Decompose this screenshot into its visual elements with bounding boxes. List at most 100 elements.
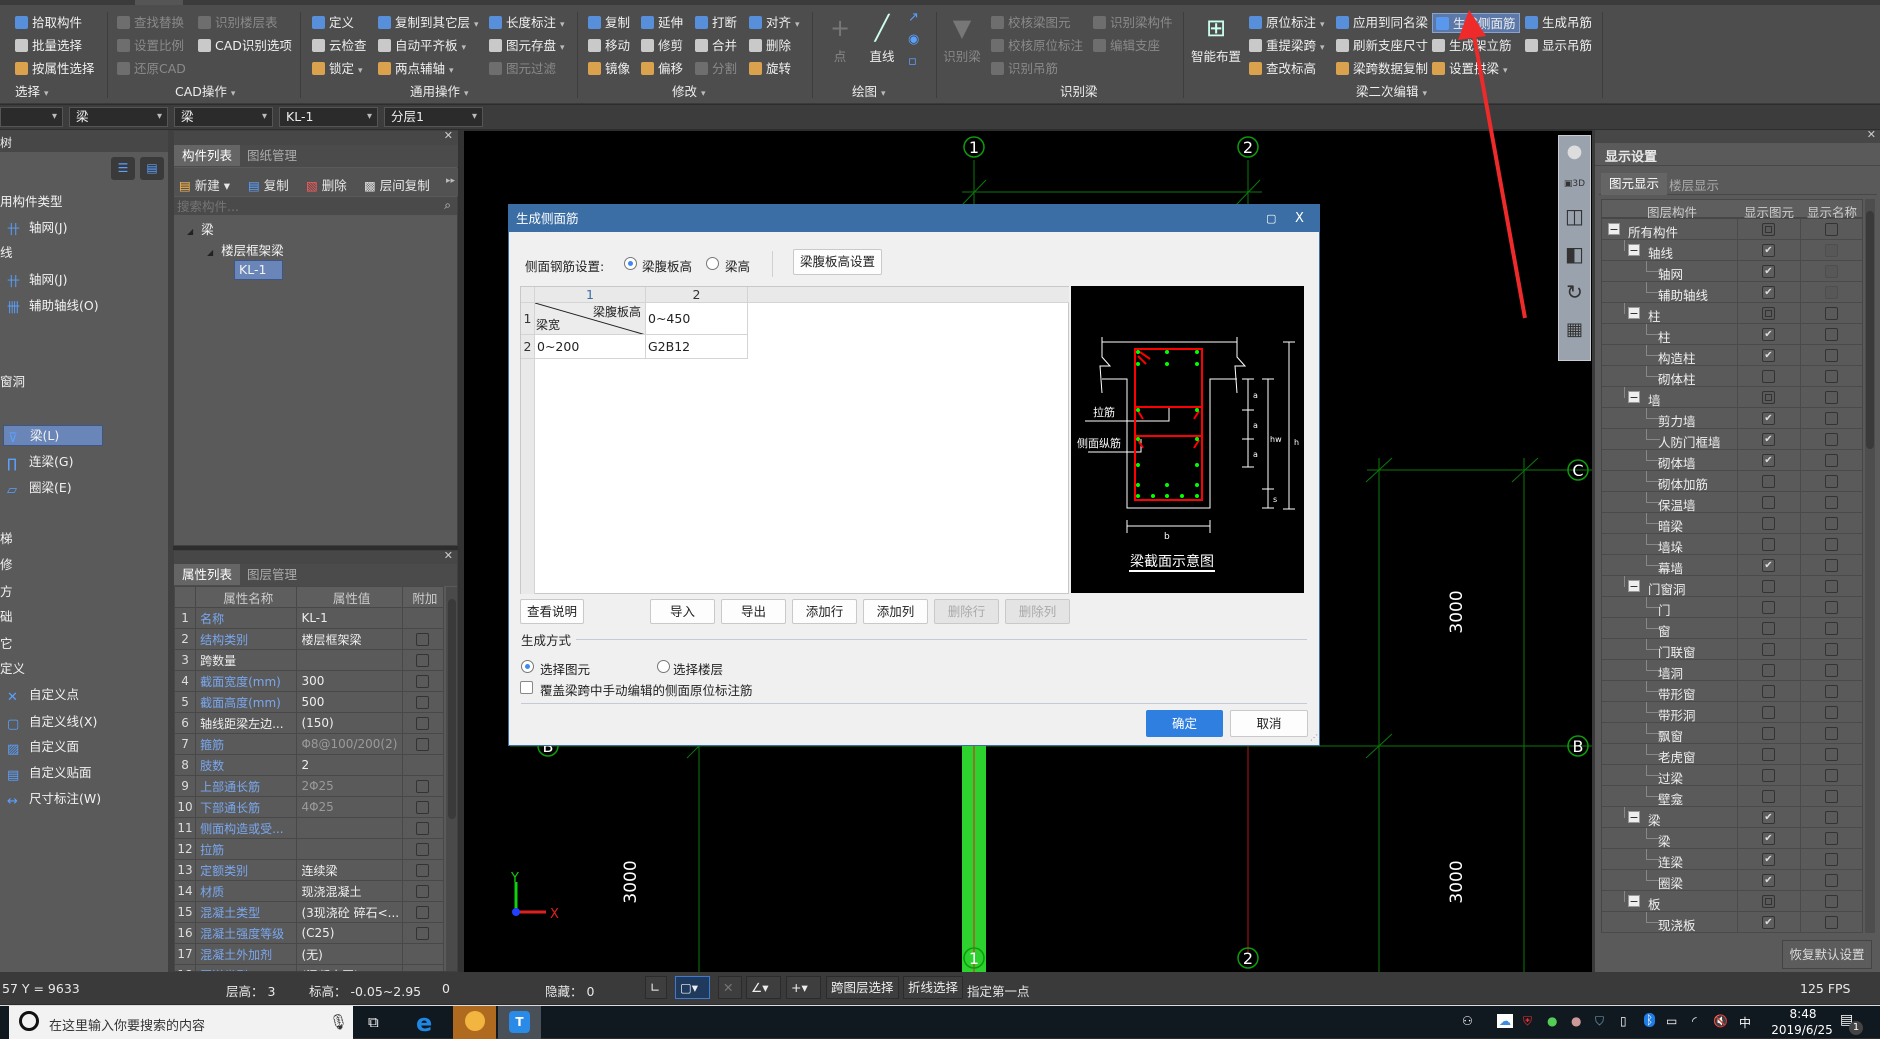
export-button[interactable]: 导出	[721, 599, 786, 624]
layer-row[interactable]: 带形窗	[1602, 681, 1862, 702]
ribbon-button-be3-2[interactable]: 设置拱梁 ▾	[1432, 59, 1508, 79]
ribbon-button-be3-1[interactable]: 生成架立筋	[1432, 36, 1512, 56]
properties-scrollbar[interactable]	[446, 587, 457, 971]
nav-item[interactable]: ↔ 尺寸标注(W)	[7, 788, 101, 809]
property-value[interactable]: 2Φ25	[296, 775, 403, 797]
show-name-checkbox[interactable]	[1825, 223, 1838, 236]
show-element-checkbox[interactable]	[1762, 580, 1775, 593]
show-name-checkbox[interactable]	[1825, 580, 1838, 593]
property-value[interactable]: (150)	[296, 712, 403, 734]
nav-item[interactable]: ▱ 圈梁(E)	[7, 477, 72, 498]
nav-item[interactable]: 卄轴网(J)	[7, 269, 67, 290]
nav-group-header[interactable]: 用构件类型	[0, 191, 63, 210]
attach-checkbox[interactable]	[416, 906, 430, 919]
tree-node-floor-frame-beam[interactable]: ◢ 楼层框架梁	[207, 240, 284, 259]
more-icon[interactable]: ▸▸	[446, 176, 455, 186]
show-name-checkbox[interactable]	[1825, 916, 1838, 929]
cube-view-icon[interactable]: ◧	[1559, 238, 1590, 276]
property-value[interactable]: 4Φ25	[296, 796, 403, 818]
close-icon[interactable]: ✕	[444, 551, 453, 562]
ribbon-group-label[interactable]: 修改 ▾	[672, 81, 706, 100]
bluetooth-icon[interactable]: ᛒ	[1644, 1013, 1656, 1027]
show-name-checkbox[interactable]	[1825, 286, 1838, 299]
collapse-icon[interactable]: −	[1628, 895, 1640, 907]
property-row[interactable]: 12 拉筋	[174, 838, 445, 860]
property-value[interactable]: (C25)	[296, 922, 403, 944]
ribbon-group-label[interactable]: 通用操作 ▾	[410, 81, 469, 100]
ribbon-button-be1-0[interactable]: 原位标注 ▾	[1249, 13, 1325, 33]
property-value[interactable]: (3现浇砼 碎石<...	[296, 901, 403, 923]
show-name-checkbox[interactable]	[1825, 685, 1838, 698]
tab-property-list[interactable]: 属性列表	[174, 564, 241, 585]
show-element-checkbox[interactable]	[1762, 454, 1775, 467]
show-element-checkbox[interactable]	[1762, 727, 1775, 740]
ribbon-button-cad2-1[interactable]: CAD识别选项	[198, 36, 292, 56]
show-name-checkbox[interactable]	[1825, 496, 1838, 509]
delete-column-button[interactable]: 删除列	[1005, 599, 1070, 624]
row-header[interactable]: 2	[521, 335, 535, 359]
layer-row[interactable]: 老虎窗	[1602, 744, 1862, 765]
volume-muted-icon[interactable]: 🔇	[1713, 1014, 1728, 1028]
grid-cell[interactable]: 0~200	[535, 335, 646, 359]
property-value[interactable]	[296, 838, 403, 860]
ribbon-button-be3-0[interactable]: 生成侧面筋	[1432, 13, 1520, 33]
ribbon-button-select-1[interactable]: 批量选择	[15, 36, 82, 56]
ribbon-button-be2-0[interactable]: 应用到同名梁	[1336, 13, 1428, 33]
ribbon-button-mod3-0[interactable]: 打断	[695, 13, 737, 33]
show-name-checkbox[interactable]	[1825, 433, 1838, 446]
property-value[interactable]: 现浇混凝土	[296, 880, 403, 902]
layer-row[interactable]: 人防门框墙	[1602, 429, 1862, 450]
attach-checkbox[interactable]	[416, 885, 430, 898]
property-row[interactable]: 6 轴线距梁左边... (150)	[174, 712, 445, 734]
show-name-checkbox[interactable]	[1825, 748, 1838, 761]
list-view-icon[interactable]: ☰	[111, 157, 135, 180]
row-header[interactable]: 1	[521, 303, 535, 335]
ribbon-group-label[interactable]: 选择 ▾	[15, 81, 49, 100]
property-row[interactable]: 5 截面高度(mm) 500	[174, 691, 445, 713]
ribbon-button-gen2-0[interactable]: 复制到其它层 ▾	[378, 13, 479, 33]
collapse-icon[interactable]: −	[1628, 811, 1640, 823]
import-button[interactable]: 导入	[650, 599, 715, 624]
nav-item[interactable]: 卌辅助轴线(O)	[7, 295, 99, 316]
show-name-checkbox[interactable]	[1825, 895, 1838, 908]
ribbon-button-cad1-1[interactable]: 设置比例	[117, 36, 184, 56]
ribbon-button-mod4-2[interactable]: 旋转	[749, 59, 791, 79]
collapse-icon[interactable]: −	[1628, 244, 1640, 256]
layer-row[interactable]: 圈梁	[1602, 870, 1862, 891]
show-name-checkbox[interactable]	[1825, 853, 1838, 866]
ribbon-button-cad2-0[interactable]: 识别楼层表	[198, 13, 278, 33]
show-name-checkbox[interactable]	[1825, 412, 1838, 425]
show-element-checkbox[interactable]	[1762, 433, 1775, 446]
property-value[interactable]: Φ8@100/200(2)	[296, 733, 403, 755]
ribbon-button-mod4-1[interactable]: 删除	[749, 36, 791, 56]
layer-row[interactable]: 过梁	[1602, 765, 1862, 786]
property-row[interactable]: 4 截面宽度(mm) 300	[174, 670, 445, 692]
attach-checkbox[interactable]	[416, 927, 430, 940]
layer-row[interactable]: 门	[1602, 597, 1862, 618]
view-help-button[interactable]: 查看说明	[520, 599, 584, 624]
ribbon-group-label[interactable]: 识别梁	[1060, 81, 1098, 100]
ribbon-button-rec2-0[interactable]: 识别梁构件	[1093, 13, 1173, 33]
show-element-checkbox[interactable]	[1762, 265, 1775, 278]
show-name-checkbox[interactable]	[1825, 454, 1838, 467]
ribbon-button-mod4-0[interactable]: 对齐 ▾	[749, 13, 800, 33]
app-icon-orange[interactable]	[453, 1006, 496, 1039]
tab-drawing-management[interactable]: 图纸管理	[239, 145, 305, 166]
copy-button[interactable]: ▤ 复制	[248, 175, 289, 194]
override-checkbox[interactable]	[520, 681, 533, 694]
layout-icon[interactable]: ▦	[1559, 314, 1590, 352]
show-element-checkbox[interactable]	[1762, 496, 1775, 509]
app-icon-t[interactable]: T	[498, 1006, 541, 1039]
ribbon-tab-active[interactable]	[135, 0, 183, 5]
battery-icon[interactable]: ▭	[1666, 1014, 1677, 1028]
nav-group-header[interactable]: 窗洞	[0, 371, 25, 390]
attach-checkbox[interactable]	[416, 675, 430, 688]
ime-indicator[interactable]: 中	[1739, 1014, 1751, 1031]
nav-group-header[interactable]: 线	[0, 242, 13, 261]
grid-cell[interactable]: 0~450	[646, 303, 748, 335]
show-element-checkbox[interactable]	[1762, 706, 1775, 719]
show-name-checkbox[interactable]	[1825, 601, 1838, 614]
show-name-checkbox[interactable]	[1825, 391, 1838, 404]
nav-item[interactable]: ▨ 自定义面	[7, 736, 79, 757]
nav-group-header[interactable]: 础	[0, 606, 13, 625]
